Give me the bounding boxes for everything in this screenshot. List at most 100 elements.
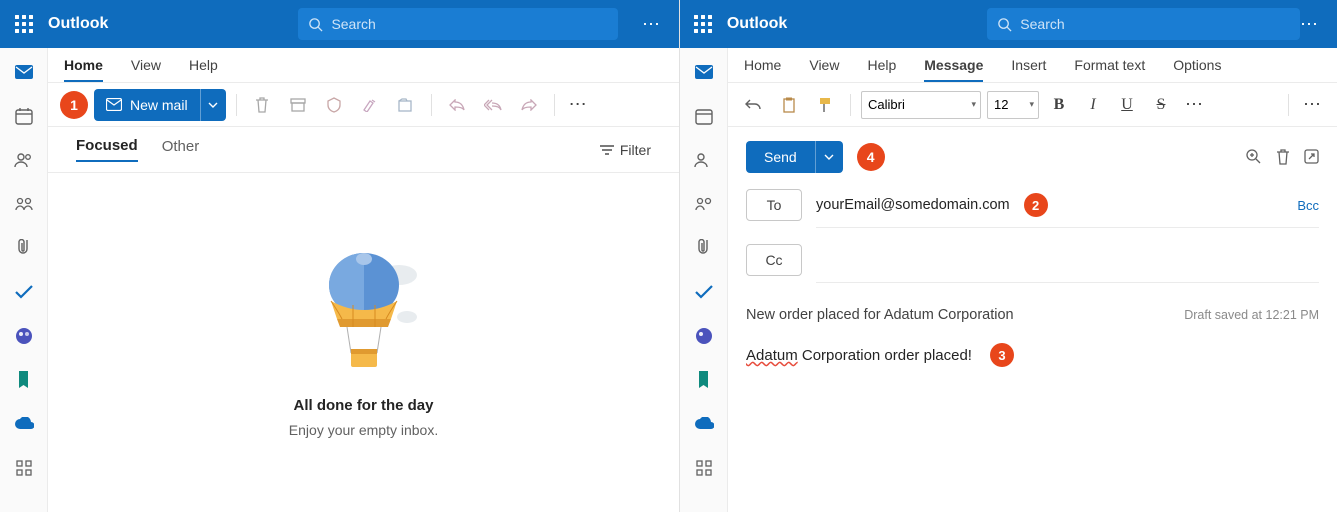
todo-icon[interactable] <box>694 282 714 302</box>
search-placeholder: Search <box>331 16 375 32</box>
focused-tab[interactable]: Focused <box>76 137 138 162</box>
app-launcher-button[interactable] <box>680 15 727 33</box>
more-apps-icon[interactable] <box>14 458 34 478</box>
other-tab[interactable]: Other <box>162 138 200 161</box>
app-title: Outlook <box>727 15 787 33</box>
teams-icon[interactable] <box>694 326 714 346</box>
header-bar: Outlook Search ⋯ <box>680 0 1337 48</box>
delete-button[interactable] <box>247 90 277 120</box>
groups-icon[interactable] <box>694 194 714 214</box>
people-icon[interactable] <box>694 150 714 170</box>
font-size-select[interactable]: 12 <box>987 91 1039 119</box>
more-apps-icon[interactable] <box>694 458 714 478</box>
new-mail-split[interactable] <box>200 89 226 121</box>
mail-icon[interactable] <box>14 62 34 82</box>
new-mail-button[interactable]: New mail <box>94 89 226 121</box>
underline-button[interactable]: U <box>1113 91 1141 119</box>
chevron-down-icon <box>208 102 218 108</box>
archive-button[interactable] <box>283 90 313 120</box>
report-button[interactable] <box>319 90 349 120</box>
bookings-icon[interactable] <box>694 370 714 390</box>
font-select[interactable]: Calibri <box>861 91 981 119</box>
strike-button[interactable]: S <box>1147 91 1175 119</box>
paste-button[interactable] <box>774 90 804 120</box>
onedrive-icon[interactable] <box>14 414 34 434</box>
left-nav-rail <box>680 48 728 512</box>
app-title: Outlook <box>48 15 108 33</box>
chevron-down-icon <box>824 154 834 160</box>
calendar-icon[interactable] <box>14 106 34 126</box>
search-placeholder: Search <box>1020 16 1064 32</box>
empty-state: All done for the day Enjoy your empty in… <box>48 173 679 512</box>
bcc-button[interactable]: Bcc <box>1297 198 1319 213</box>
message-body[interactable]: Adatum Corporation order placed! <box>746 347 972 364</box>
tab-format-text[interactable]: Format text <box>1074 57 1145 82</box>
files-icon[interactable] <box>14 238 34 258</box>
format-toolbar: Calibri 12 B I U S ⋯ ⋯ <box>728 83 1337 127</box>
filter-icon <box>600 145 614 155</box>
mail-icon[interactable] <box>694 62 714 82</box>
undo-button[interactable] <box>738 90 768 120</box>
balloon-illustration <box>299 245 429 375</box>
teams-icon[interactable] <box>14 326 34 346</box>
discard-button[interactable] <box>1276 149 1290 165</box>
left-nav-rail <box>0 48 48 512</box>
tab-insert[interactable]: Insert <box>1011 57 1046 82</box>
tab-message[interactable]: Message <box>924 57 983 82</box>
header-more-button[interactable]: ⋯ <box>1300 14 1319 35</box>
tab-help[interactable]: Help <box>189 57 218 82</box>
tab-view[interactable]: View <box>809 57 839 82</box>
onedrive-icon[interactable] <box>694 414 714 434</box>
search-icon <box>308 17 323 32</box>
outlook-inbox-pane: Outlook Search ⋯ Home View Help <box>0 0 680 512</box>
format-painter-button[interactable] <box>810 90 840 120</box>
tab-home[interactable]: Home <box>744 57 781 82</box>
tab-help[interactable]: Help <box>867 57 896 82</box>
callout-1: 1 <box>60 91 88 119</box>
ribbon-tabs: Home View Help <box>48 48 679 83</box>
search-box[interactable]: Search <box>987 8 1300 40</box>
popout-button[interactable] <box>1304 149 1319 165</box>
filter-button[interactable]: Filter <box>600 142 651 158</box>
bookings-icon[interactable] <box>14 370 34 390</box>
mail-icon <box>106 98 122 111</box>
reply-button[interactable] <box>442 90 472 120</box>
home-toolbar: 1 New mail ⋯ <box>48 83 679 127</box>
search-icon <box>997 17 1012 32</box>
tab-view[interactable]: View <box>131 57 161 82</box>
to-value[interactable]: yourEmail@somedomain.com <box>816 197 1010 213</box>
waffle-icon <box>694 15 712 33</box>
send-button[interactable]: Send <box>746 141 843 173</box>
tab-options[interactable]: Options <box>1173 57 1221 82</box>
people-icon[interactable] <box>14 150 34 170</box>
reply-all-button[interactable] <box>478 90 508 120</box>
to-button[interactable]: To <box>746 189 802 221</box>
compose-area: Send 4 To yourEmail@somedomain.com 2 Bcc <box>728 127 1337 512</box>
italic-button[interactable]: I <box>1079 91 1107 119</box>
callout-4: 4 <box>857 143 885 171</box>
send-split[interactable] <box>815 141 843 173</box>
format-more-button[interactable]: ⋯ <box>1181 94 1209 115</box>
toolbar-more-button[interactable]: ⋯ <box>565 94 593 115</box>
subject-field[interactable]: New order placed for Adatum Corporation <box>746 307 1014 323</box>
app-launcher-button[interactable] <box>0 15 48 33</box>
zoom-button[interactable] <box>1246 149 1262 165</box>
todo-icon[interactable] <box>14 282 34 302</box>
bold-button[interactable]: B <box>1045 91 1073 119</box>
files-icon[interactable] <box>694 238 714 258</box>
inbox-focus-bar: Focused Other Filter <box>48 127 679 173</box>
draft-status: Draft saved at 12:21 PM <box>1184 308 1319 322</box>
search-box[interactable]: Search <box>298 8 618 40</box>
header-more-button[interactable]: ⋯ <box>642 14 661 35</box>
ribbon-more-button[interactable]: ⋯ <box>1299 94 1327 115</box>
sweep-button[interactable] <box>355 90 385 120</box>
cc-button[interactable]: Cc <box>746 244 802 276</box>
calendar-icon[interactable] <box>694 106 714 126</box>
waffle-icon <box>15 15 33 33</box>
groups-icon[interactable] <box>14 194 34 214</box>
callout-2: 2 <box>1024 193 1048 217</box>
move-button[interactable] <box>391 90 421 120</box>
header-bar: Outlook Search ⋯ <box>0 0 679 48</box>
tab-home[interactable]: Home <box>64 57 103 82</box>
forward-button[interactable] <box>514 90 544 120</box>
